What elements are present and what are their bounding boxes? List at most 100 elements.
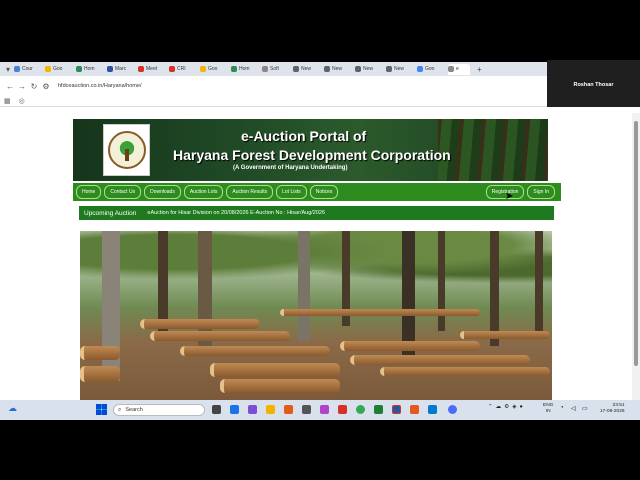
site-info-icon[interactable]: ⚙ bbox=[40, 82, 52, 91]
nav-item-auction-lots[interactable]: Auction Lots bbox=[183, 185, 224, 199]
nav-item-contact-us[interactable]: Contact Us bbox=[104, 185, 142, 199]
tab-label: Hom bbox=[84, 66, 95, 72]
new-tab-button[interactable]: + bbox=[477, 65, 482, 74]
browser-tab[interactable]: Soft bbox=[262, 64, 288, 75]
copilot-icon[interactable] bbox=[248, 405, 257, 414]
search-icon: ⌕ bbox=[118, 406, 122, 413]
task-view-icon[interactable] bbox=[212, 405, 221, 414]
tab-label: Hom bbox=[239, 66, 250, 72]
forward-icon[interactable]: → bbox=[16, 82, 28, 91]
browser-tab[interactable]: Goo bbox=[417, 64, 443, 75]
tab-favicon-icon bbox=[417, 66, 423, 72]
browser-tab[interactable]: Goo bbox=[45, 64, 71, 75]
volume-icon[interactable]: ◁ bbox=[571, 405, 576, 412]
tab-label: Meet bbox=[146, 66, 158, 72]
edge-icon[interactable] bbox=[230, 405, 239, 414]
upcoming-auction-ticker: Upcoming Auction eAuction for Hisar Divi… bbox=[79, 206, 554, 220]
tab-label: Goo bbox=[53, 66, 63, 72]
tab-favicon-icon bbox=[355, 66, 361, 72]
nav-item-home[interactable]: Home bbox=[76, 185, 102, 199]
bookmarks-bar: ▦ ◎ bbox=[0, 96, 547, 107]
bookmark-icon[interactable]: ◎ bbox=[19, 97, 25, 105]
tab-favicon-icon bbox=[169, 66, 175, 72]
taskbar-clock[interactable]: 23:51 17-08-2026 bbox=[600, 403, 625, 415]
shield-icon[interactable]: ◈ bbox=[512, 404, 516, 410]
tab-label: Goo bbox=[425, 66, 435, 72]
browser-tab[interactable]: Hom bbox=[231, 64, 257, 75]
excel-icon[interactable] bbox=[374, 405, 383, 414]
taskbar-search[interactable]: ⌕ Search bbox=[113, 404, 205, 416]
windows-taskbar: ☁ ⌕ Search ⌃ ☁ ⚙ ◈ ● ENG IN ◔ ◁ ▭ 23:51 … bbox=[0, 400, 640, 420]
app-icon-2[interactable] bbox=[320, 405, 329, 414]
browser-tab[interactable]: New bbox=[293, 64, 319, 75]
tab-favicon-icon bbox=[76, 66, 82, 72]
address-bar[interactable]: hfdceauction.co.in/Haryana/home/ bbox=[58, 83, 141, 89]
tab-label: Soft bbox=[270, 66, 279, 72]
browser-tab[interactable]: Meet bbox=[138, 64, 164, 75]
nav-item-auction-results[interactable]: Auction Results bbox=[226, 185, 274, 199]
scrollbar-thumb[interactable] bbox=[634, 121, 638, 366]
site-header: e-Auction Portal of Haryana Forest Devel… bbox=[73, 119, 548, 181]
tab-label: New bbox=[301, 66, 312, 72]
app-icon-3[interactable] bbox=[410, 405, 419, 414]
reload-icon[interactable]: ↻ bbox=[28, 82, 40, 91]
system-tray[interactable]: ⌃ ☁ ⚙ ◈ ● bbox=[488, 404, 523, 410]
tab-label: New bbox=[363, 66, 374, 72]
nav-item-sign-in[interactable]: Sign In bbox=[527, 185, 555, 199]
browser-toolbar: ← → ↻ ⚙ hfdceauction.co.in/Haryana/home/ bbox=[0, 76, 547, 96]
page-viewport: e-Auction Portal of Haryana Forest Devel… bbox=[0, 107, 640, 400]
app-tray-icon[interactable]: ● bbox=[520, 404, 523, 410]
back-icon[interactable]: ← bbox=[4, 82, 16, 91]
browser-tab[interactable]: New bbox=[324, 64, 350, 75]
tab-favicon-icon bbox=[14, 66, 20, 72]
windows-start-icon[interactable] bbox=[96, 404, 107, 415]
main-nav: Home Contact Us Downloads Auction Lots Aucti… bbox=[73, 183, 561, 201]
site-title-line3: (A Government of Haryana Undertaking) bbox=[233, 165, 348, 171]
nav-item-downloads[interactable]: Downloads bbox=[144, 185, 181, 199]
opera-icon[interactable] bbox=[338, 405, 347, 414]
tab-favicon-icon bbox=[293, 66, 299, 72]
browser-tab[interactable]: Goo bbox=[200, 64, 226, 75]
tab-label: New bbox=[332, 66, 343, 72]
browser-tab[interactable]: Hom bbox=[76, 64, 102, 75]
tab-favicon-icon bbox=[448, 66, 454, 72]
tab-label: Marc bbox=[115, 66, 127, 72]
user-name: Roshan Thosar bbox=[573, 82, 614, 88]
browser-tab[interactable]: CRI bbox=[169, 64, 195, 75]
app-icon-4[interactable] bbox=[448, 405, 457, 414]
site-title-line1: e-Auction Portal of bbox=[241, 128, 367, 144]
app-icon[interactable] bbox=[302, 405, 311, 414]
tab-favicon-icon bbox=[231, 66, 237, 72]
wifi-icon[interactable]: ◔ bbox=[560, 405, 564, 411]
weather-icon[interactable]: ☁ bbox=[8, 403, 17, 414]
apps-icon[interactable]: ▦ bbox=[4, 97, 11, 105]
firefox-icon[interactable] bbox=[284, 405, 293, 414]
settings-icon[interactable]: ⚙ bbox=[504, 404, 509, 410]
tab-favicon-icon bbox=[324, 66, 330, 72]
browser-tab[interactable]: Marc bbox=[107, 64, 133, 75]
tab-menu-icon[interactable]: ▾ bbox=[2, 65, 14, 74]
mouse-cursor-icon: ➤ bbox=[505, 191, 514, 202]
page-scrollbar[interactable] bbox=[632, 113, 640, 400]
vscode-icon[interactable] bbox=[428, 405, 437, 414]
file-explorer-icon[interactable] bbox=[266, 405, 275, 414]
browser-tab[interactable]: New bbox=[386, 64, 412, 75]
tab-favicon-icon bbox=[107, 66, 113, 72]
browser-tab[interactable]: e bbox=[448, 63, 470, 75]
onedrive-icon[interactable]: ☁ bbox=[496, 404, 502, 410]
tab-favicon-icon bbox=[386, 66, 392, 72]
tab-label: New bbox=[394, 66, 405, 72]
word-icon[interactable] bbox=[392, 405, 401, 414]
language-indicator[interactable]: ENG IN bbox=[543, 403, 553, 415]
nav-item-notices[interactable]: Notices bbox=[309, 185, 339, 199]
chrome-icon[interactable] bbox=[356, 405, 365, 414]
hero-forest-logs-image bbox=[80, 231, 552, 400]
ticker-text[interactable]: eAuction for Hisar Division on 20/08/202… bbox=[147, 210, 325, 216]
browser-tab[interactable]: New bbox=[355, 64, 381, 75]
chevron-up-icon[interactable]: ⌃ bbox=[488, 404, 493, 410]
browser-tab-bar: ▾ Cour Goo Hom Marc Meet CRI Goo Hom Soft New New N… bbox=[0, 62, 547, 76]
browser-tab[interactable]: Cour bbox=[14, 64, 40, 75]
battery-icon[interactable]: ▭ bbox=[582, 405, 588, 412]
tab-label: CRI bbox=[177, 66, 186, 72]
nav-item-lot-lists[interactable]: Lot Lists bbox=[276, 185, 307, 199]
